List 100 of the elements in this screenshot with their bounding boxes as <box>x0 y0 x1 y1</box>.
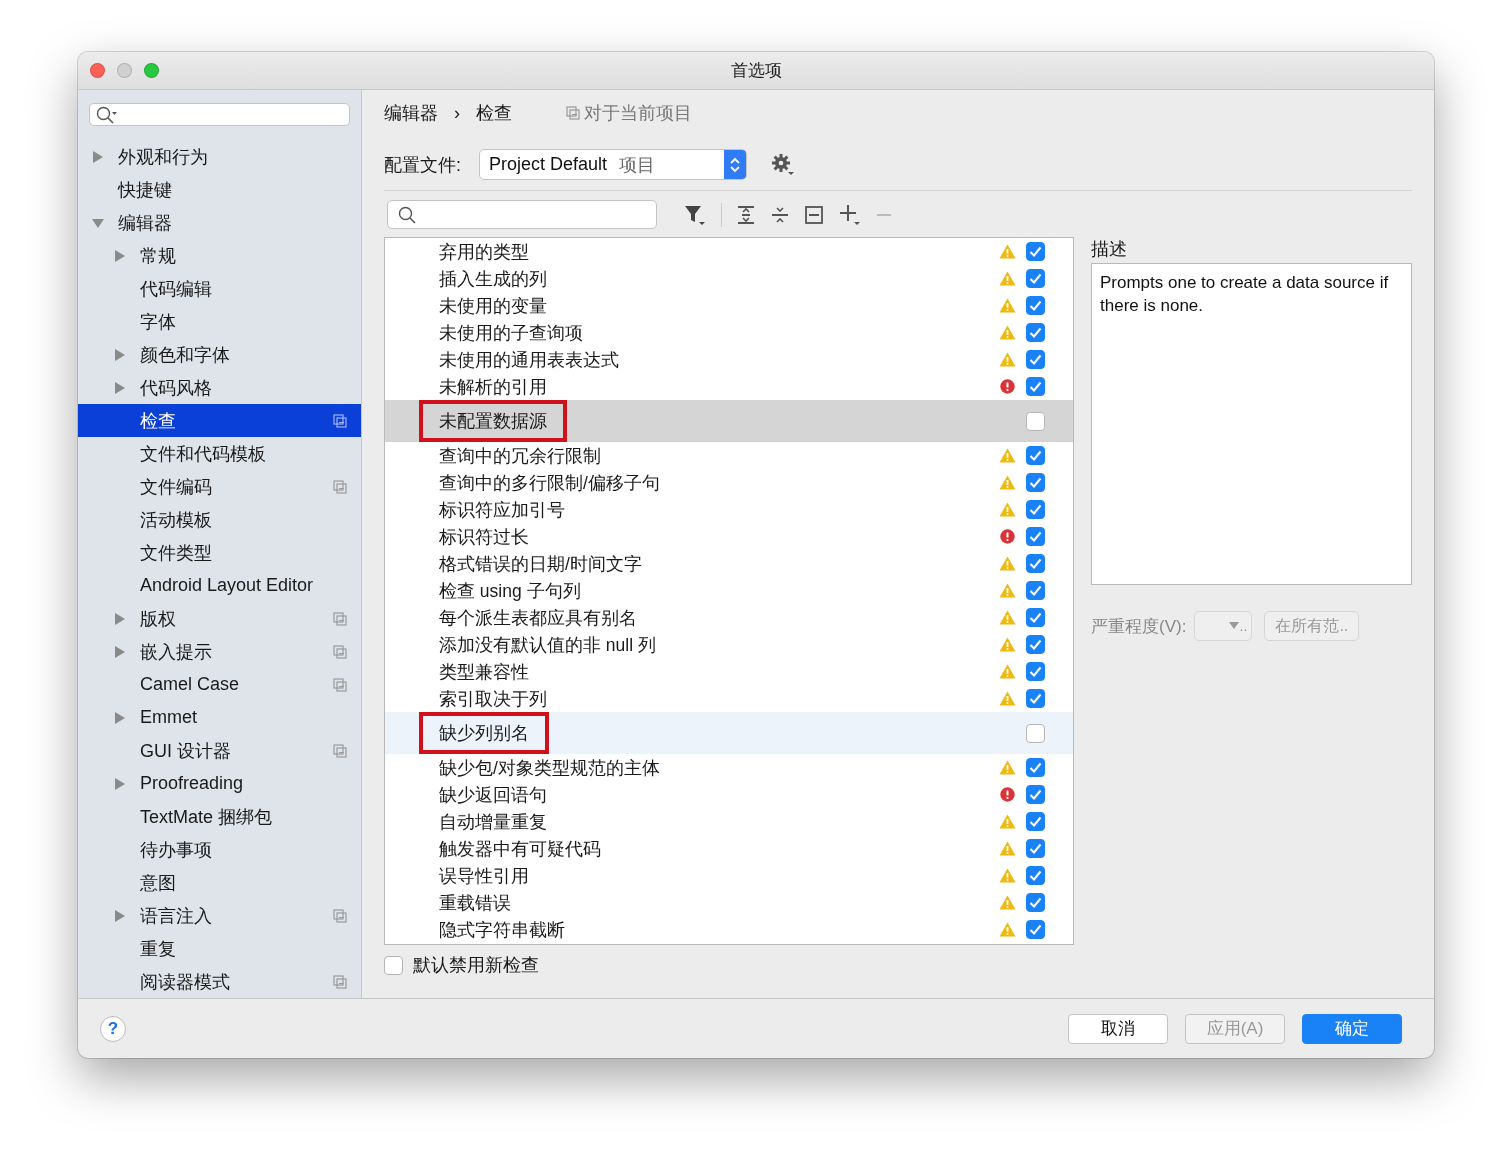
checkbox[interactable] <box>1026 839 1045 858</box>
sidebar-item[interactable]: 阅读器模式 <box>78 965 361 998</box>
checkbox[interactable] <box>1026 662 1045 681</box>
checkbox[interactable] <box>1026 296 1045 315</box>
sidebar-item[interactable]: TextMate 捆绑包 <box>78 800 361 833</box>
checkbox[interactable] <box>1026 635 1045 654</box>
sidebar-item[interactable]: Camel Case <box>78 668 361 701</box>
checkbox[interactable] <box>1026 473 1045 492</box>
close-button[interactable] <box>90 63 105 78</box>
inspection-row[interactable]: 每个派生表都应具有别名 <box>385 604 1073 631</box>
sidebar-item[interactable]: 字体 <box>78 305 361 338</box>
checkbox[interactable] <box>1026 446 1045 465</box>
inspection-row[interactable]: 隐式字符串截断 <box>385 916 1073 943</box>
sidebar-item[interactable]: 代码风格 <box>78 371 361 404</box>
inspection-row[interactable]: 未配置数据源 <box>385 400 1073 442</box>
filter-field[interactable] <box>387 200 657 229</box>
collapse-all-icon[interactable] <box>770 204 790 225</box>
inspection-row[interactable]: 查询中的多行限制/偏移子句 <box>385 469 1073 496</box>
inspection-row[interactable]: 查询中的冗余行限制 <box>385 442 1073 469</box>
checkbox[interactable] <box>1026 893 1045 912</box>
expand-arrow-icon[interactable] <box>114 348 126 361</box>
inspection-row[interactable]: 缺少列别名 <box>385 712 1073 754</box>
checkbox[interactable] <box>1026 608 1045 627</box>
sidebar-item[interactable]: 编辑器 <box>78 206 361 239</box>
sidebar-item[interactable]: 待办事项 <box>78 833 361 866</box>
checkbox[interactable] <box>384 955 403 975</box>
sidebar-item[interactable]: 文件编码 <box>78 470 361 503</box>
sidebar-item[interactable]: 嵌入提示 <box>78 635 361 668</box>
search-field[interactable] <box>89 103 350 126</box>
checkbox[interactable] <box>1026 581 1045 600</box>
checkbox[interactable] <box>1026 758 1045 777</box>
checkbox[interactable] <box>1026 866 1045 885</box>
settings-icon[interactable] <box>771 152 795 177</box>
collapse-arrow-icon[interactable] <box>92 216 104 229</box>
sidebar-item[interactable]: 代码编辑 <box>78 272 361 305</box>
checkbox[interactable] <box>1026 920 1045 939</box>
checkbox[interactable] <box>1026 411 1045 431</box>
sidebar-item[interactable]: 外观和行为 <box>78 140 361 173</box>
checkbox[interactable] <box>1026 812 1045 831</box>
checkbox[interactable] <box>1026 527 1045 546</box>
checkbox[interactable] <box>1026 269 1045 288</box>
checkbox[interactable] <box>1026 723 1045 743</box>
sidebar-item[interactable]: 快捷键 <box>78 173 361 206</box>
inspection-row[interactable]: 缺少返回语句 <box>385 781 1073 808</box>
expand-arrow-icon[interactable] <box>114 645 126 658</box>
inspection-row[interactable]: 缺少包/对象类型规范的主体 <box>385 754 1073 781</box>
checkbox[interactable] <box>1026 242 1045 261</box>
sidebar-item[interactable]: 重复 <box>78 932 361 965</box>
inspection-row[interactable]: 格式错误的日期/时间文字 <box>385 550 1073 577</box>
expand-arrow-icon[interactable] <box>114 381 126 394</box>
checkbox[interactable] <box>1026 350 1045 369</box>
sidebar-item[interactable]: GUI 设计器 <box>78 734 361 767</box>
inspection-row[interactable]: 类型兼容性 <box>385 658 1073 685</box>
expand-arrow-icon[interactable] <box>114 612 126 625</box>
sidebar-item[interactable]: 版权 <box>78 602 361 635</box>
sidebar-item[interactable]: Emmet <box>78 701 361 734</box>
zoom-button[interactable] <box>144 63 159 78</box>
add-icon[interactable] <box>838 202 862 227</box>
checkbox[interactable] <box>1026 323 1045 342</box>
inspection-row[interactable]: 检查 using 子句列 <box>385 577 1073 604</box>
inspection-row[interactable]: 弃用的类型 <box>385 238 1073 265</box>
inspection-row[interactable]: 索引取决于列 <box>385 685 1073 712</box>
checkbox[interactable] <box>1026 785 1045 804</box>
expand-arrow-icon[interactable] <box>114 711 126 724</box>
expand-arrow-icon[interactable] <box>92 150 104 163</box>
sidebar-item[interactable]: 检查 <box>78 404 361 437</box>
checkbox[interactable] <box>1026 554 1045 573</box>
sidebar-item[interactable]: 意图 <box>78 866 361 899</box>
inspection-row[interactable]: 触发器中有可疑代码 <box>385 835 1073 862</box>
inspection-row[interactable]: 重载错误 <box>385 889 1073 916</box>
expand-arrow-icon[interactable] <box>114 777 126 790</box>
expand-arrow-icon[interactable] <box>114 249 126 262</box>
checkbox[interactable] <box>1026 500 1045 519</box>
expand-all-icon[interactable] <box>736 204 756 225</box>
help-button[interactable]: ? <box>100 1015 126 1042</box>
sidebar-item[interactable]: 文件类型 <box>78 536 361 569</box>
checkbox[interactable] <box>1026 689 1045 708</box>
breadcrumb-item[interactable]: 检查 <box>476 101 512 125</box>
breadcrumb-item[interactable]: 编辑器 <box>384 101 438 125</box>
inspection-row[interactable]: 未使用的变量 <box>385 292 1073 319</box>
expand-arrow-icon[interactable] <box>114 909 126 922</box>
sidebar-item[interactable]: 颜色和字体 <box>78 338 361 371</box>
sidebar-item[interactable]: Android Layout Editor <box>78 569 361 602</box>
inspection-row[interactable]: 插入生成的列 <box>385 265 1073 292</box>
collapse-icon[interactable] <box>804 204 824 225</box>
ok-button[interactable]: 确定 <box>1302 1013 1402 1044</box>
sidebar-item[interactable]: 常规 <box>78 239 361 272</box>
inspection-row[interactable]: 误导性引用 <box>385 862 1073 889</box>
inspection-row[interactable]: 未使用的子查询项 <box>385 319 1073 346</box>
inspection-row[interactable]: 未使用的通用表表达式 <box>385 346 1073 373</box>
inspection-row[interactable]: 自动增量重复 <box>385 808 1073 835</box>
sidebar-item[interactable]: 语言注入 <box>78 899 361 932</box>
dialog-button[interactable]: 取消 <box>1068 1013 1168 1044</box>
sidebar-item[interactable]: 文件和代码模板 <box>78 437 361 470</box>
inspection-row[interactable]: 未解析的引用 <box>385 373 1073 400</box>
inspection-row[interactable]: 添加没有默认值的非 null 列 <box>385 631 1073 658</box>
sidebar-item[interactable]: Proofreading <box>78 767 361 800</box>
inspection-row[interactable]: 标识符过长 <box>385 523 1073 550</box>
sidebar-item[interactable]: 活动模板 <box>78 503 361 536</box>
profile-dropdown[interactable]: Project Default 项目 <box>479 149 747 180</box>
